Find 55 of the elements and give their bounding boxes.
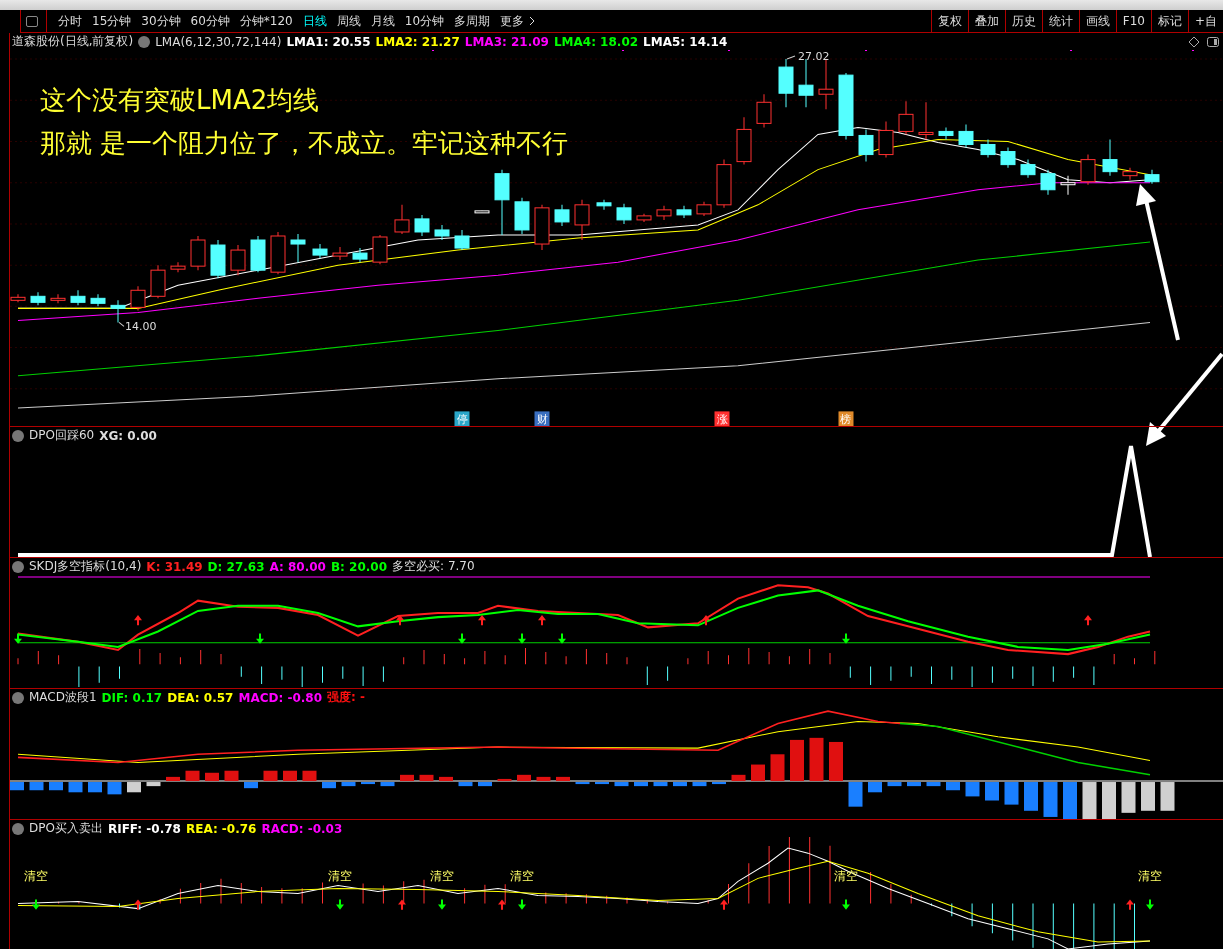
period-tab[interactable]: 分钟*120: [234, 12, 298, 30]
indicator-value: LMA5: 14.14: [643, 34, 728, 49]
stock-title: 道森股份(日线,前复权): [12, 33, 134, 50]
indicator-name: MACD波段1: [29, 689, 97, 706]
signal-label: 清空: [834, 869, 858, 884]
indicator-value: MACD: -0.80: [238, 690, 322, 705]
indicator-value: A: 80.00: [269, 559, 326, 574]
period-tab[interactable]: 10分钟: [399, 12, 450, 30]
indicator-value: DIF: 0.17: [101, 690, 163, 705]
indicator-value: DEA: 0.57: [167, 690, 234, 705]
indicator-value: LMA4: 18.02: [553, 34, 639, 49]
annotation-text: 这个没有突破LMA2均线: [40, 84, 321, 117]
toolbar-button[interactable]: 统计: [1041, 10, 1079, 32]
indicator-value: D: 27.63: [207, 559, 265, 574]
indicator-value: RACD: -0.03: [261, 821, 343, 836]
period-tab[interactable]: 分时: [53, 12, 87, 30]
signal-label: 清空: [1138, 869, 1162, 884]
period-tab[interactable]: 周线: [331, 12, 366, 30]
period-tab[interactable]: 月线: [365, 12, 400, 30]
indicator-value: XG: 0.00: [99, 428, 157, 443]
indicator-value: 多空必买: 7.70: [392, 558, 475, 575]
event-marker[interactable]: 涨: [714, 411, 730, 426]
indicator-value: LMA2: 21.27: [375, 34, 460, 49]
signal-label: 清空: [430, 869, 454, 884]
toolbar-button[interactable]: +自: [1187, 10, 1223, 32]
period-tab[interactable]: 多周期: [449, 12, 496, 30]
indicator-value: RIFF: -0.78: [107, 821, 181, 836]
price-label: 27.02: [786, 50, 830, 64]
period-tab[interactable]: 更多: [495, 12, 530, 30]
indicator-name: DPO回踩60: [29, 427, 95, 444]
toolbar-button[interactable]: 叠加: [967, 10, 1005, 32]
price-label: 14.00: [118, 320, 157, 334]
period-tab[interactable]: 30分钟: [136, 12, 186, 30]
indicator-value: 强度: -: [327, 689, 365, 706]
annotation-text: 那就 是一个阻力位了，不成立。牢记这种不行: [40, 127, 569, 160]
period-tab[interactable]: 15分钟: [87, 12, 137, 30]
toolbar-button[interactable]: 画线: [1078, 10, 1116, 32]
signal-label: 清空: [24, 869, 48, 884]
indicator-value: B: 20.00: [330, 559, 388, 574]
toolbar-button[interactable]: 标记: [1150, 10, 1188, 32]
period-tab[interactable]: 60分钟: [185, 12, 235, 30]
signal-label: 清空: [510, 869, 534, 884]
indicator-value: K: 31.49: [146, 559, 203, 574]
toolbar-button[interactable]: 历史: [1004, 10, 1042, 32]
indicator-value: REA: -0.76: [185, 821, 257, 836]
toolbar-button[interactable]: F10: [1115, 10, 1151, 32]
toolbar-button[interactable]: 复权: [930, 10, 968, 32]
indicator-name: DPO买入卖出: [29, 820, 103, 837]
signal-label: 清空: [328, 869, 352, 884]
event-marker[interactable]: 财: [534, 411, 550, 426]
period-tab[interactable]: 日线: [297, 12, 332, 30]
indicator-value: LMA3: 21.09: [464, 34, 549, 49]
indicator-value: LMA1: 20.55: [286, 34, 371, 49]
indicator-name: LMA(6,12,30,72,144): [155, 34, 282, 49]
indicator-name: SKDJ多空指标(10,4): [29, 558, 142, 575]
